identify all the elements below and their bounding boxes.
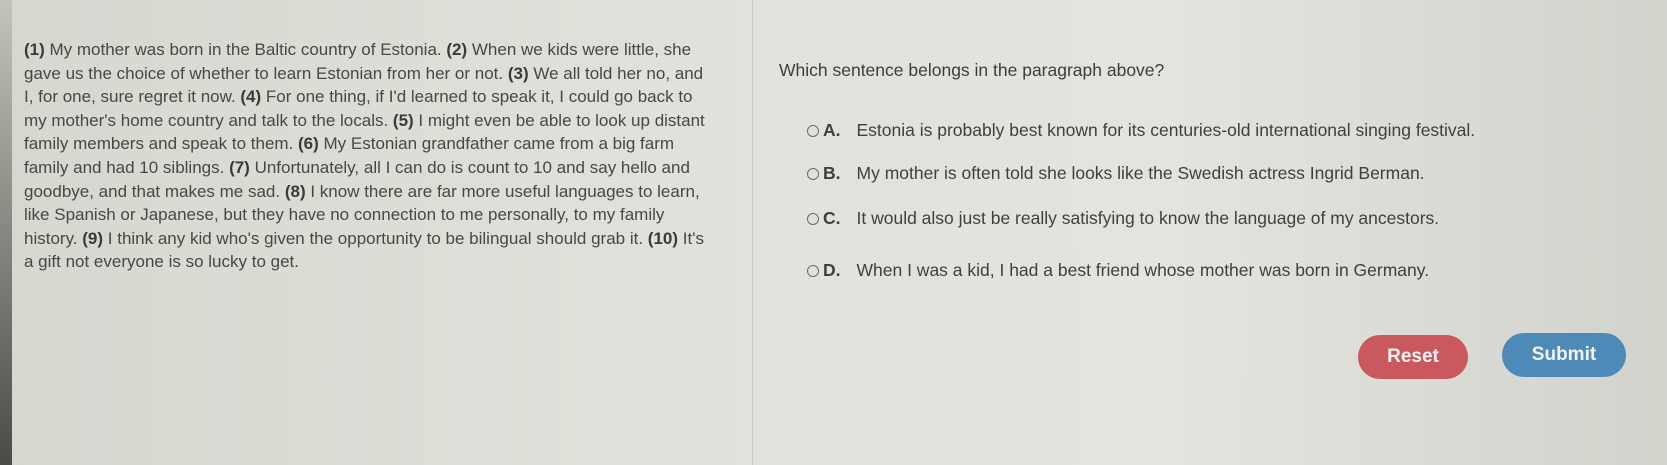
sentence-number: (7) — [229, 157, 250, 177]
sentence-text: I think any kid who's given the opportun… — [103, 228, 648, 248]
sentence-number: (4) — [240, 87, 262, 107]
sentence-text: My mother was born in the Baltic country… — [44, 40, 447, 59]
reset-button[interactable]: Reset — [1358, 335, 1468, 379]
question-prompt: Which sentence belongs in the paragraph … — [779, 60, 1165, 80]
sentence-number: (3) — [507, 63, 529, 83]
choice-c[interactable]: C. It would also just be really satisfyi… — [807, 208, 1439, 229]
choice-d[interactable]: D. When I was a kid, I had a best friend… — [807, 260, 1429, 281]
sentence-number: (1) — [24, 40, 45, 59]
reading-passage: (1) My mother was born in the Baltic cou… — [24, 38, 714, 274]
sentence-number: (10) — [647, 228, 679, 248]
choice-text: My mother is often told she looks like t… — [856, 163, 1425, 183]
radio-circle-icon[interactable] — [807, 212, 819, 225]
sentence-number: (9) — [82, 228, 104, 248]
sentence-number: (5) — [392, 110, 414, 130]
quiz-page: (1) My mother was born in the Baltic cou… — [0, 0, 1667, 465]
column-divider — [752, 0, 753, 465]
choice-letter: D. — [823, 260, 841, 280]
left-edge-strip — [0, 0, 12, 465]
choice-text: When I was a kid, I had a best friend wh… — [856, 260, 1430, 280]
sentence-number: (6) — [298, 134, 319, 154]
choice-b[interactable]: B. My mother is often told she looks lik… — [807, 163, 1425, 184]
choice-a[interactable]: A. Estonia is probably best known for it… — [807, 120, 1475, 141]
choice-letter: B. — [823, 163, 841, 183]
choice-letter: C. — [823, 208, 841, 228]
sentence-number: (8) — [284, 181, 306, 201]
choice-text: Estonia is probably best known for its c… — [856, 120, 1476, 140]
submit-button[interactable]: Submit — [1502, 333, 1626, 377]
choice-text: It would also just be really satisfying … — [856, 208, 1440, 228]
sentence-number: (2) — [446, 40, 468, 59]
radio-circle-icon[interactable] — [807, 124, 819, 137]
radio-circle-icon[interactable] — [807, 264, 819, 277]
choice-letter: A. — [823, 120, 841, 140]
radio-circle-icon[interactable] — [807, 167, 819, 180]
